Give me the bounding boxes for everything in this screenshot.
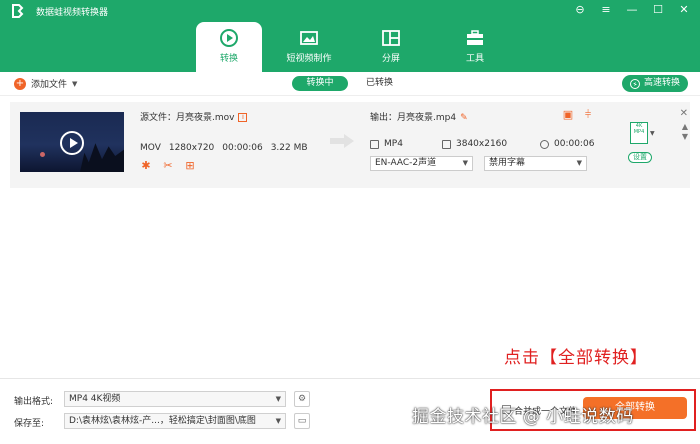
output-format-value: MP4 4K视频	[69, 394, 121, 404]
close-button[interactable]: ✕	[676, 3, 692, 17]
output-format-group: MP4	[370, 139, 442, 149]
arrow-right-icon	[330, 134, 354, 148]
title-bar: 数据蛙视频转换器 ⊖ ≡ — ☐ ✕ 转换 短视频制作 分屏 工具	[0, 0, 700, 72]
file-list-item[interactable]: 源文件：月亮夜景.mov i MOV 1280x720 00:00:06 3.22…	[10, 102, 690, 188]
window-controls: ⊖ ≡ — ☐ ✕	[572, 3, 692, 17]
compress-icon[interactable]: ⫩	[582, 109, 594, 121]
tab-convert[interactable]: 转换	[196, 22, 262, 72]
minimize-button[interactable]: —	[624, 3, 640, 17]
audio-track-value: EN-AAC-2声道	[375, 158, 437, 168]
output-file-text: 输出：月亮夜景.mp4	[370, 113, 457, 123]
source-size: 3.22 MB	[270, 143, 308, 153]
chevron-down-icon: ▼	[462, 159, 468, 167]
fast-convert-label: 高速转换	[643, 78, 680, 88]
chevron-down-icon: ▼	[576, 159, 582, 167]
feedback-icon[interactable]: ⊖	[572, 3, 588, 17]
output-file-name: 输出：月亮夜景.mp4 ✎	[370, 110, 468, 123]
tab-toolbox-label: 工具	[465, 54, 484, 64]
source-file-name: 源文件：月亮夜景.mov i	[140, 110, 248, 123]
tab-convert-label: 转换	[219, 54, 238, 64]
chevron-down-icon: ▼	[275, 395, 281, 403]
chevron-down-icon[interactable]: ▼	[72, 80, 77, 88]
add-file-label: 添加文件	[31, 80, 68, 90]
chevron-down-icon[interactable]: ▼	[682, 132, 688, 141]
source-duration: 00:00:06	[222, 143, 263, 153]
output-meta: MP4 3840x2160 00:00:06	[370, 139, 594, 149]
format-settings-button[interactable]: ⚙	[294, 391, 310, 407]
folder-icon[interactable]: ▭	[294, 413, 310, 429]
subtitle-value: 禁用字幕	[489, 158, 526, 168]
video-maker-icon	[300, 31, 318, 45]
audio-track-select[interactable]: EN-AAC-2声道 ▼	[370, 156, 473, 171]
split-screen-icon	[382, 30, 400, 46]
plus-icon: +	[14, 77, 26, 90]
output-duration: 00:00:06	[554, 139, 595, 149]
output-format-label: 输出格式:	[14, 397, 54, 407]
tab-split-screen-label: 分屏	[381, 54, 400, 64]
output-format-select[interactable]: MP4 4K视频 ▼	[64, 391, 286, 407]
save-path-select[interactable]: D:\袁林炫\袁林炫-产...，轻松搞定\封面图\底图 ▼	[64, 413, 286, 429]
edit-tools: ✱ ✂ ⊞	[140, 160, 196, 172]
convert-icon	[220, 29, 238, 47]
tab-converting[interactable]: 转换中	[292, 76, 348, 91]
maximize-button[interactable]: ☐	[650, 3, 666, 17]
output-format-card[interactable]: 4K MP4 ▼ 设置	[622, 120, 656, 164]
output-resolution: 3840x2160	[456, 139, 508, 149]
app-title: 数据蛙视频转换器	[36, 8, 109, 18]
output-icons: ▣ ⫩	[562, 109, 594, 121]
play-icon[interactable]	[60, 131, 84, 155]
app-logo-icon	[12, 4, 24, 18]
source-meta: MOV 1280x720 00:00:06 3.22 MB	[140, 143, 308, 153]
source-format: MOV	[140, 143, 161, 153]
settings-button[interactable]: 设置	[628, 152, 652, 163]
toolbar: + 添加文件 ▼ 转换中 已转换 高速转换	[0, 72, 700, 96]
info-icon[interactable]: i	[238, 113, 248, 122]
tab-converted[interactable]: 已转换	[366, 76, 393, 91]
annotation-text: 点击【全部转换】	[504, 348, 648, 368]
video-thumbnail[interactable]	[20, 112, 124, 172]
output-duration-group: 00:00:06	[540, 139, 594, 149]
clock-icon	[540, 139, 549, 149]
pencil-icon[interactable]: ✎	[460, 113, 468, 123]
source-resolution: 1280x720	[168, 143, 215, 153]
format-icon	[370, 139, 379, 149]
fast-convert-button[interactable]: 高速转换	[621, 75, 688, 92]
scissors-icon[interactable]: ✂	[162, 160, 174, 172]
save-path-value: D:\袁林炫\袁林炫-产...，轻松搞定\封面图\底图	[69, 416, 256, 426]
format-card-sub: MP4	[633, 129, 645, 135]
close-icon[interactable]: ✕	[680, 108, 688, 119]
chevron-down-icon: ▼	[275, 417, 281, 425]
hd-icon[interactable]: ▣	[562, 109, 574, 121]
moon-shape	[40, 152, 45, 157]
chevron-down-icon[interactable]: ▼	[650, 130, 655, 137]
output-format: MP4	[384, 139, 403, 149]
subtitle-select[interactable]: 禁用字幕 ▼	[484, 156, 587, 171]
tab-video-maker-label: 短视频制作	[286, 54, 332, 64]
add-file-button[interactable]: + 添加文件 ▼	[14, 77, 77, 90]
source-file-text: 源文件：月亮夜景.mov	[140, 113, 235, 123]
tab-split-screen[interactable]: 分屏	[358, 22, 424, 72]
magic-wand-icon[interactable]: ✱	[140, 160, 152, 172]
tab-toolbox[interactable]: 工具	[442, 22, 508, 72]
resize-icon	[442, 139, 451, 149]
tab-video-maker[interactable]: 短视频制作	[276, 22, 342, 72]
menu-icon[interactable]: ≡	[598, 3, 614, 17]
chevron-up-icon[interactable]: ▲	[682, 122, 688, 131]
edit-effects-icon[interactable]: ⊞	[184, 160, 196, 172]
output-resolution-group: 3840x2160	[442, 139, 540, 149]
save-to-label: 保存至:	[14, 419, 45, 429]
toolbox-icon	[467, 30, 483, 45]
trees-shape	[80, 143, 124, 172]
format-file-icon: 4K MP4	[630, 122, 648, 144]
lightning-icon	[629, 78, 640, 89]
watermark: 掘金技术社区 @ 小蛙说数码	[412, 407, 634, 427]
